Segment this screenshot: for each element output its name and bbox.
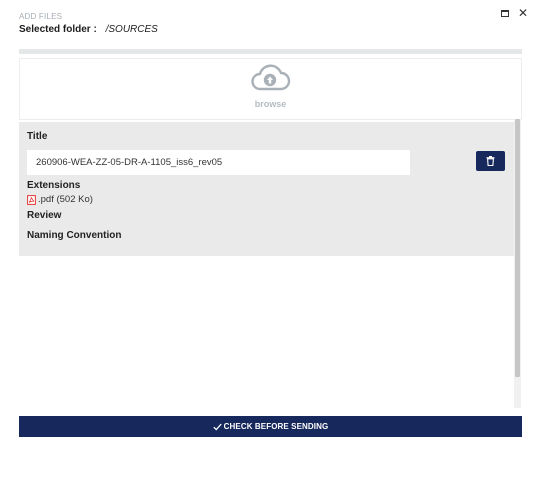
file-entry-panel: Title Extensions .pdf (502 Ko) Review Na… <box>19 122 514 256</box>
upload-header-strip <box>19 49 522 54</box>
scrollbar[interactable] <box>514 119 521 408</box>
browse-link[interactable]: browse <box>20 99 521 109</box>
extension-item: .pdf (502 Ko) <box>27 194 93 205</box>
maximize-icon[interactable] <box>500 9 509 17</box>
trash-icon <box>486 156 495 166</box>
title-label: Title <box>27 131 48 142</box>
check-before-sending-button[interactable]: CHECK BEFORE SENDING <box>19 416 522 437</box>
checkmark-icon <box>213 423 222 431</box>
dialog-kicker: ADD FILES <box>19 12 63 21</box>
upload-dropzone[interactable]: browse <box>19 58 522 120</box>
add-files-dialog: ADD FILES Selected folder : /SOURCES ✕ b… <box>0 0 540 488</box>
close-icon[interactable]: ✕ <box>518 7 528 19</box>
review-label: Review <box>27 210 62 221</box>
window-controls: ✕ <box>500 7 528 19</box>
cloud-upload-icon <box>251 64 291 91</box>
naming-convention-label: Naming Convention <box>27 230 122 241</box>
selected-folder-value: /SOURCES <box>105 24 158 35</box>
extension-text: .pdf (502 Ko) <box>38 194 93 205</box>
extensions-label: Extensions <box>27 180 81 191</box>
scrollbar-thumb[interactable] <box>515 119 520 377</box>
delete-file-button[interactable] <box>476 151 505 171</box>
pdf-file-icon <box>27 194 36 205</box>
check-before-sending-label: CHECK BEFORE SENDING <box>223 422 329 431</box>
selected-folder: Selected folder : /SOURCES <box>19 24 158 35</box>
title-input[interactable] <box>27 150 410 175</box>
selected-folder-label: Selected folder : <box>19 24 97 35</box>
